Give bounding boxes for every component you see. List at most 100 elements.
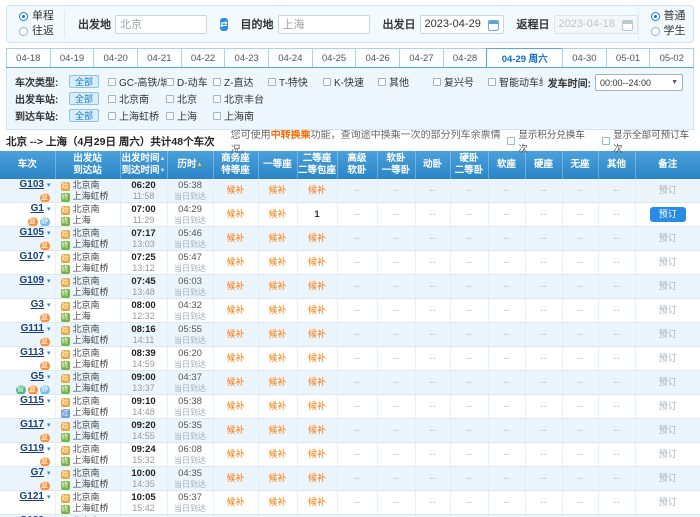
calendar-icon[interactable] xyxy=(488,20,499,31)
checkbox-icon[interactable] xyxy=(433,78,441,86)
waitlist-link[interactable]: 候补 xyxy=(308,233,326,243)
waitlist-link[interactable]: 候补 xyxy=(308,401,326,411)
expand-stops-icon[interactable]: ▾ xyxy=(47,374,51,381)
filter-option[interactable]: 其他 xyxy=(378,74,433,89)
checkbox-icon[interactable] xyxy=(108,78,116,86)
sort-arrow-icon[interactable]: ▲ xyxy=(197,162,203,168)
train-link[interactable]: G119 xyxy=(20,443,44,454)
column-header[interactable]: 出发站到达站 xyxy=(55,151,120,179)
waitlist-link[interactable]: 候补 xyxy=(268,497,286,507)
date-tab-04-28[interactable]: 04-28 xyxy=(443,48,488,67)
checkbox-icon[interactable] xyxy=(268,78,276,86)
checkbox-icon[interactable] xyxy=(507,137,515,145)
checkbox-icon[interactable] xyxy=(166,112,174,120)
date-tab-04-19[interactable]: 04-19 xyxy=(50,48,95,67)
filter-option[interactable]: 北京丰台 xyxy=(213,91,268,106)
waitlist-link[interactable]: 候补 xyxy=(308,377,326,387)
checkbox-icon[interactable] xyxy=(108,112,116,120)
column-header[interactable]: 无座 xyxy=(562,151,598,179)
column-header[interactable]: 出发时间▲到达时间▼ xyxy=(120,151,167,179)
checkbox-icon[interactable] xyxy=(166,78,174,86)
waitlist-link[interactable]: 候补 xyxy=(226,425,244,435)
waitlist-link[interactable]: 候补 xyxy=(226,473,244,483)
to-input[interactable] xyxy=(278,15,370,34)
trip-option-往返[interactable]: 往返 xyxy=(19,25,54,38)
expand-stops-icon[interactable]: ▾ xyxy=(47,182,51,189)
sort-arrow-icon[interactable]: ▼ xyxy=(160,168,166,174)
train-link[interactable]: G1 xyxy=(31,203,44,214)
waitlist-link[interactable]: 候补 xyxy=(226,305,244,315)
waitlist-link[interactable]: 候补 xyxy=(226,353,244,363)
train-link[interactable]: G117 xyxy=(20,419,44,430)
waitlist-link[interactable]: 候补 xyxy=(226,329,244,339)
checkbox-icon[interactable] xyxy=(602,137,610,145)
expand-stops-icon[interactable]: ▾ xyxy=(47,302,51,309)
waitlist-link[interactable]: 候补 xyxy=(268,377,286,387)
column-header[interactable]: 车次 xyxy=(0,151,55,179)
expand-stops-icon[interactable]: ▾ xyxy=(47,254,51,261)
column-header[interactable]: 其他 xyxy=(598,151,635,179)
all-filter-button[interactable]: 全部 xyxy=(69,109,99,122)
expand-stops-icon[interactable]: ▾ xyxy=(47,326,51,333)
train-link[interactable]: G109 xyxy=(20,275,44,286)
column-header[interactable]: 二等座二等包座 xyxy=(297,151,337,179)
date-tab-05-01[interactable]: 05-01 xyxy=(606,48,651,67)
book-button[interactable]: 预订 xyxy=(650,207,686,222)
date-tab-04-30[interactable]: 04-30 xyxy=(562,48,607,67)
date-tab-04-18[interactable]: 04-18 xyxy=(6,48,51,67)
checkbox-icon[interactable] xyxy=(323,78,331,86)
train-link[interactable]: G5 xyxy=(31,371,44,382)
filter-option[interactable]: 上海 xyxy=(166,108,213,123)
waitlist-link[interactable]: 候补 xyxy=(308,185,326,195)
expand-stops-icon[interactable]: ▾ xyxy=(47,470,51,477)
passenger-option-普通[interactable]: 普通 xyxy=(651,10,686,23)
waitlist-link[interactable]: 候补 xyxy=(268,329,286,339)
from-input[interactable] xyxy=(115,15,207,34)
radio-icon[interactable] xyxy=(19,27,28,36)
column-header[interactable]: 硬座 xyxy=(525,151,562,179)
date-tab-04-21[interactable]: 04-21 xyxy=(137,48,182,67)
train-link[interactable]: G111 xyxy=(21,323,44,334)
expand-stops-icon[interactable]: ▾ xyxy=(47,230,51,237)
filter-option[interactable]: D-动车 xyxy=(166,74,213,89)
train-link[interactable]: G107 xyxy=(20,251,44,262)
all-filter-button[interactable]: 全部 xyxy=(69,92,99,105)
waitlist-link[interactable]: 候补 xyxy=(308,353,326,363)
trip-option-单程[interactable]: 单程 xyxy=(19,10,54,23)
waitlist-link[interactable]: 候补 xyxy=(268,401,286,411)
expand-stops-icon[interactable]: ▾ xyxy=(47,398,51,405)
train-link[interactable]: G105 xyxy=(20,227,44,238)
filter-option[interactable]: GC-高铁/城际 xyxy=(108,74,166,89)
waitlist-link[interactable]: 候补 xyxy=(226,281,244,291)
checkbox-icon[interactable] xyxy=(108,95,116,103)
waitlist-link[interactable]: 候补 xyxy=(308,257,326,267)
waitlist-link[interactable]: 候补 xyxy=(308,497,326,507)
waitlist-link[interactable]: 候补 xyxy=(226,233,244,243)
filter-option[interactable]: 复兴号 xyxy=(433,74,488,89)
swap-stations-icon[interactable]: ⇄ xyxy=(220,18,228,31)
checkbox-icon[interactable] xyxy=(213,112,221,120)
waitlist-link[interactable]: 候补 xyxy=(226,257,244,267)
display-option[interactable]: 显示全部可预订车次 xyxy=(602,127,694,155)
date-tab-04-25[interactable]: 04-25 xyxy=(312,48,357,67)
train-link[interactable]: G103 xyxy=(20,179,44,190)
waitlist-link[interactable]: 候补 xyxy=(268,281,286,291)
filter-option[interactable]: Z-直达 xyxy=(213,74,268,89)
column-header[interactable]: 备注 xyxy=(635,151,700,179)
filter-option[interactable]: 上海虹桥 xyxy=(108,108,166,123)
checkbox-icon[interactable] xyxy=(166,95,174,103)
date-tab-04-29[interactable]: 04-29 周六 xyxy=(486,48,563,67)
waitlist-link[interactable]: 候补 xyxy=(268,473,286,483)
expand-stops-icon[interactable]: ▾ xyxy=(47,446,51,453)
waitlist-link[interactable]: 候补 xyxy=(268,425,286,435)
waitlist-link[interactable]: 候补 xyxy=(268,185,286,195)
display-option[interactable]: 显示积分兑换车次 xyxy=(507,127,590,155)
waitlist-link[interactable]: 候补 xyxy=(226,449,244,459)
waitlist-link[interactable]: 候补 xyxy=(268,305,286,315)
train-link[interactable]: G3 xyxy=(31,299,44,310)
waitlist-link[interactable]: 候补 xyxy=(226,209,244,219)
waitlist-link[interactable]: 候补 xyxy=(308,305,326,315)
expand-stops-icon[interactable]: ▾ xyxy=(47,278,51,285)
waitlist-link[interactable]: 候补 xyxy=(308,473,326,483)
passenger-option-学生[interactable]: 学生 xyxy=(651,25,686,38)
